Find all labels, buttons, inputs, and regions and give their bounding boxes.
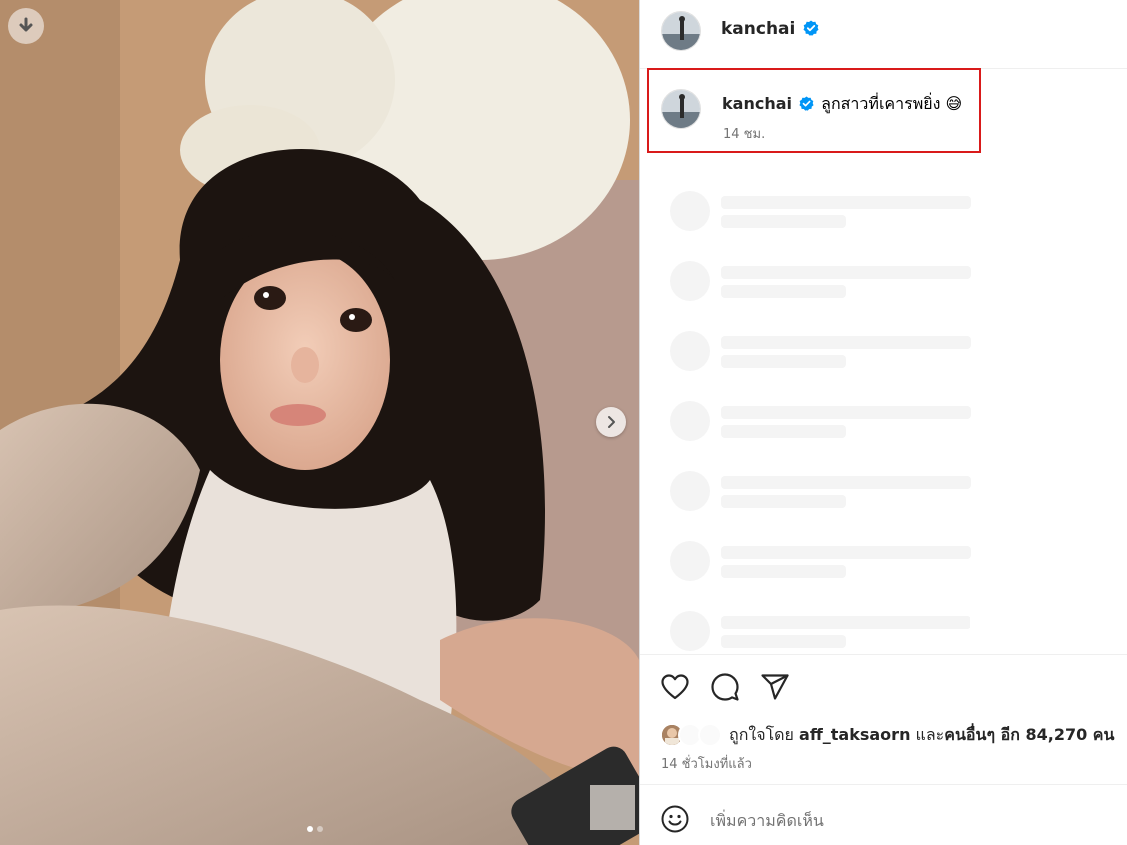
comment-skeleton [670, 191, 971, 231]
skeleton-avatar [670, 611, 710, 651]
skeleton-line [721, 336, 971, 349]
skeleton-avatar [670, 191, 710, 231]
skeleton-avatar [670, 401, 710, 441]
avatar [698, 723, 722, 747]
comment-bubble-icon [711, 673, 739, 701]
caption-text: ลูกสาวที่เคารพยิ่ง [821, 94, 941, 113]
post-side-panel: kanchai kanchai ลูกสาวที่เคารพยิ่ง 😅 14 … [640, 0, 1127, 845]
skeleton-avatar [670, 331, 710, 371]
likes-prefix: ถูกใจโดย [729, 724, 800, 744]
avatar-image [662, 90, 700, 128]
share-button[interactable] [760, 672, 790, 702]
header-username[interactable]: kanchai [721, 19, 795, 39]
likes-summary: ถูกใจโดย aff_taksaorn และคนอื่นๆ อีก 84,… [660, 722, 1114, 748]
skeleton-line [721, 355, 846, 368]
liker-username[interactable]: aff_taksaorn [799, 725, 910, 744]
caption: kanchai ลูกสาวที่เคารพยิ่ง 😅 [722, 92, 962, 117]
skeleton-line [721, 495, 846, 508]
skeleton-avatar [670, 261, 710, 301]
post-photo[interactable] [0, 0, 639, 845]
comment-skeleton [670, 331, 971, 371]
smiley-icon [661, 805, 689, 833]
skeleton-line [721, 406, 971, 419]
carousel-dot-active [307, 826, 313, 832]
skeleton-line [721, 616, 970, 629]
comment-skeleton [670, 261, 971, 301]
comment-input[interactable] [710, 807, 1090, 833]
skeleton-line [721, 635, 846, 648]
skeleton-line [721, 476, 971, 489]
skeleton-line [721, 425, 846, 438]
post-header: kanchai [640, 0, 1127, 69]
skeleton-line [721, 565, 846, 578]
skeleton-line [721, 546, 971, 559]
avatar-image [662, 12, 700, 50]
comment-skeleton [670, 471, 971, 511]
likes-text: ถูกใจโดย aff_taksaorn และคนอื่นๆ อีก 84,… [729, 723, 1114, 748]
section-divider [640, 784, 1127, 785]
chevron-right-icon [608, 416, 615, 428]
next-image-button[interactable] [596, 407, 626, 437]
heart-icon [661, 674, 689, 700]
verified-badge-icon [799, 95, 814, 111]
comment-skeleton [670, 611, 970, 654]
likes-middle: และ [910, 724, 945, 744]
post-timestamp[interactable]: 14 ชั่วโมงที่แล้ว [661, 753, 752, 774]
verified-badge-icon [803, 20, 819, 36]
like-button[interactable] [660, 672, 690, 702]
skeleton-avatar [670, 541, 710, 581]
section-divider [640, 654, 1127, 655]
comment-button[interactable] [710, 672, 740, 702]
comment-skeleton [670, 401, 971, 441]
skeleton-line [721, 215, 846, 228]
paper-plane-icon [761, 674, 789, 700]
carousel-indicator [307, 826, 323, 832]
caption-username[interactable]: kanchai [722, 94, 792, 113]
liker-avatars[interactable] [660, 723, 726, 747]
skeleton-line [721, 266, 971, 279]
comment-skeleton [670, 541, 971, 581]
photo-content [0, 0, 639, 845]
caption-avatar[interactable] [661, 89, 701, 129]
avatar[interactable] [661, 11, 701, 51]
download-arrow-icon [19, 17, 33, 32]
emoji-button[interactable] [660, 804, 690, 834]
caption-emoji: 😅 [945, 94, 963, 113]
carousel-dot [317, 826, 323, 832]
download-button[interactable] [8, 8, 44, 44]
skeleton-avatar [670, 471, 710, 511]
likes-others[interactable]: คนอื่นๆ อีก 84,270 คน [944, 725, 1114, 744]
caption-timestamp[interactable]: 14 ชม. [723, 123, 765, 144]
skeleton-line [721, 285, 846, 298]
skeleton-line [721, 196, 971, 209]
